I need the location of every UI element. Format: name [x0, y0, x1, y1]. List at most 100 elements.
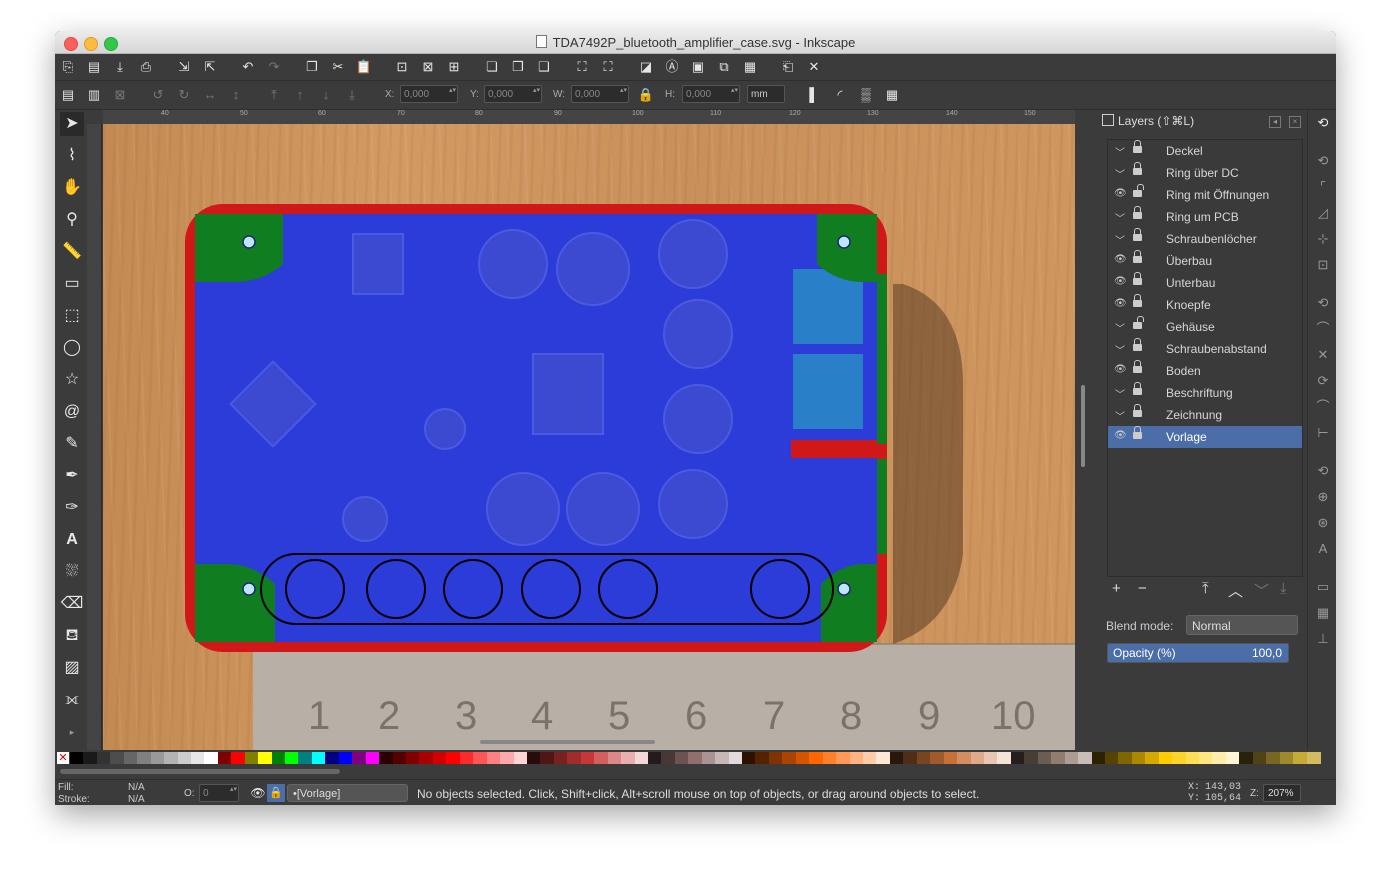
snap-centers-icon[interactable]: ⊕: [1314, 488, 1332, 506]
fill-stroke-icon[interactable]: ◪: [637, 58, 655, 76]
y-field[interactable]: 0,000: [484, 85, 542, 103]
color-swatch[interactable]: [1279, 752, 1294, 764]
eye-icon[interactable]: 👁: [1114, 298, 1127, 309]
clone-icon[interactable]: ❒: [509, 58, 527, 76]
color-swatch[interactable]: [661, 752, 676, 764]
vertical-scrollbar[interactable]: [1077, 110, 1089, 750]
color-swatch[interactable]: [836, 752, 851, 764]
star-tool-icon[interactable]: ☆: [60, 368, 84, 392]
layer-row[interactable]: 👁 Unterbau: [1108, 272, 1302, 294]
w-field[interactable]: 0,000: [571, 85, 629, 103]
scale-stroke-icon[interactable]: ▌: [805, 86, 823, 104]
layer-row[interactable]: 👁 Boden: [1108, 360, 1302, 382]
color-swatch[interactable]: [432, 752, 447, 764]
color-swatch[interactable]: [96, 752, 111, 764]
no-paint-swatch[interactable]: ✕: [57, 752, 69, 764]
layer-row[interactable]: ﹀ Schraubenlöcher: [1108, 228, 1302, 250]
paste-icon[interactable]: 📋: [355, 58, 373, 76]
lock-icon[interactable]: [1133, 272, 1142, 285]
zoom-tool-icon[interactable]: ⚲: [60, 208, 84, 232]
color-swatch[interactable]: [123, 752, 138, 764]
color-swatch[interactable]: [473, 752, 488, 764]
select-all-icon[interactable]: ▤: [59, 86, 77, 104]
color-swatch[interactable]: [795, 752, 810, 764]
dock-close-icon[interactable]: ×: [1289, 116, 1301, 128]
print-icon[interactable]: ⎙: [137, 58, 155, 76]
layer-row[interactable]: ﹀ Deckel: [1108, 140, 1302, 162]
color-swatch[interactable]: [742, 752, 757, 764]
color-swatch[interactable]: [822, 752, 837, 764]
layer-row[interactable]: ﹀ Ring um PCB: [1108, 206, 1302, 228]
unlink-clone-icon[interactable]: ❑: [535, 58, 553, 76]
open-file-icon[interactable]: ▤: [85, 58, 103, 76]
color-swatch[interactable]: [634, 752, 649, 764]
vertical-scroll-thumb[interactable]: [1081, 385, 1085, 467]
preferences-icon[interactable]: ✕: [805, 58, 823, 76]
color-swatch[interactable]: [607, 752, 622, 764]
color-swatch[interactable]: [352, 752, 367, 764]
eye-closed-icon[interactable]: ﹀: [1114, 320, 1126, 335]
color-swatch[interactable]: [701, 752, 716, 764]
rotate-ccw-icon[interactable]: ↺: [149, 86, 167, 104]
snap-bbox-icon[interactable]: ⟲: [1314, 152, 1332, 170]
lock-icon[interactable]: [1133, 294, 1142, 307]
color-swatch[interactable]: [285, 752, 300, 764]
color-swatch[interactable]: [70, 752, 84, 764]
color-swatch[interactable]: [768, 752, 783, 764]
connector-tool-icon[interactable]: ⟗: [60, 688, 84, 712]
layer-row[interactable]: ﹀ Gehäuse: [1108, 316, 1302, 338]
import-icon[interactable]: ⇲: [175, 58, 193, 76]
layer-to-top-icon[interactable]: ⤒: [1202, 580, 1209, 597]
horizontal-scroll-thumb[interactable]: [480, 740, 655, 744]
snap-bbox-edge-icon[interactable]: ⌜: [1314, 178, 1332, 196]
save-icon[interactable]: ⤓: [111, 58, 129, 76]
unlock-icon[interactable]: [1133, 316, 1144, 329]
snap-rotation-center-icon[interactable]: ⊛: [1314, 514, 1332, 532]
text-font-icon[interactable]: Ⓐ: [663, 58, 681, 76]
color-swatch[interactable]: [983, 752, 998, 764]
color-swatch[interactable]: [688, 752, 703, 764]
color-swatch[interactable]: [1266, 752, 1281, 764]
color-swatch[interactable]: [150, 752, 165, 764]
color-swatch[interactable]: [1104, 752, 1119, 764]
color-swatch[interactable]: [365, 752, 380, 764]
layer-row[interactable]: 👁 Vorlage: [1108, 426, 1302, 448]
snap-paths-icon[interactable]: ⌒: [1314, 320, 1332, 338]
x-field[interactable]: 0,000: [400, 85, 458, 103]
xml-editor-icon[interactable]: ▣: [689, 58, 707, 76]
layer-lock-icon[interactable]: 🔒: [267, 784, 285, 802]
cut-icon[interactable]: ✂: [329, 58, 347, 76]
lock-icon[interactable]: [1133, 360, 1142, 373]
layer-row[interactable]: ﹀ Zeichnung: [1108, 404, 1302, 426]
flip-horizontal-icon[interactable]: ↔: [201, 86, 219, 104]
color-swatch[interactable]: [298, 752, 313, 764]
color-swatch[interactable]: [863, 752, 877, 764]
eye-closed-icon[interactable]: ﹀: [1114, 144, 1126, 159]
layer-visibility-icon[interactable]: 👁: [249, 784, 267, 802]
color-swatch[interactable]: [204, 752, 219, 764]
unit-select[interactable]: mm: [747, 85, 785, 103]
color-swatch[interactable]: [1306, 752, 1321, 764]
horizontal-scrollbar[interactable]: [103, 736, 1075, 748]
snap-grid-icon[interactable]: ▦: [1314, 604, 1332, 622]
eye-icon[interactable]: 👁: [1114, 430, 1127, 441]
color-swatch[interactable]: [580, 752, 595, 764]
snap-guides-icon[interactable]: ⊥: [1314, 630, 1332, 648]
3dbox-tool-icon[interactable]: ⬚: [60, 304, 84, 328]
lock-icon[interactable]: [1133, 250, 1142, 263]
ellipse-tool-icon[interactable]: ◯: [60, 336, 84, 360]
node-tool-icon[interactable]: ⌇: [60, 144, 84, 168]
lower-icon[interactable]: ↓: [317, 86, 335, 104]
export-icon[interactable]: ⇱: [201, 58, 219, 76]
layer-to-bottom-icon[interactable]: ⤓: [1280, 580, 1287, 597]
color-swatch[interactable]: [567, 752, 582, 764]
lock-icon[interactable]: [1133, 404, 1142, 417]
blend-mode-select[interactable]: Normal: [1186, 615, 1298, 635]
spiral-tool-icon[interactable]: @: [60, 400, 84, 424]
current-layer-select[interactable]: •[Vorlage]: [287, 784, 408, 802]
color-swatch[interactable]: [1293, 752, 1308, 764]
zoom-page-icon[interactable]: ⊞: [445, 58, 463, 76]
zoom-field[interactable]: 207%: [1263, 784, 1301, 802]
color-swatch[interactable]: [217, 752, 232, 764]
color-swatch[interactable]: [674, 752, 689, 764]
